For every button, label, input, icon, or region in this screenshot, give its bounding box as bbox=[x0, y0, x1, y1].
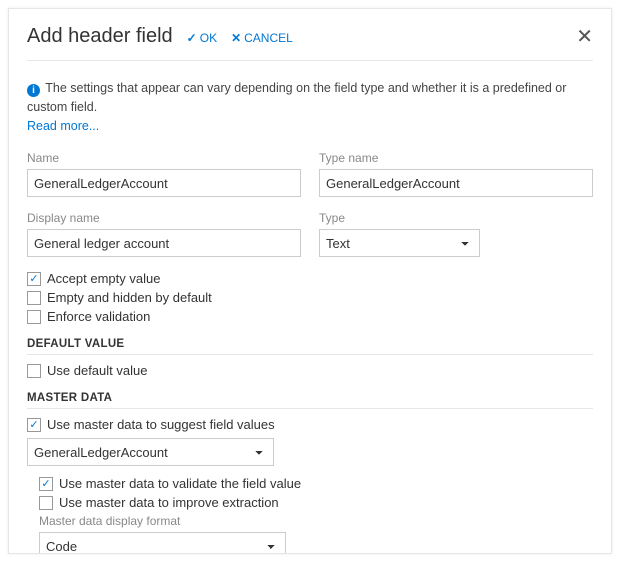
dialog-panel: Add header field ✓ OK ✕ CANCEL ✕ i The s… bbox=[8, 8, 612, 554]
ok-label: OK bbox=[200, 31, 217, 45]
accept-empty-checkbox[interactable]: ✓ bbox=[27, 272, 41, 286]
use-master-suggest-checkbox[interactable]: ✓ bbox=[27, 418, 41, 432]
type-name-label: Type name bbox=[319, 151, 593, 165]
empty-hidden-label: Empty and hidden by default bbox=[47, 290, 212, 305]
type-field: Type Text bbox=[319, 211, 480, 257]
use-master-suggest-label: Use master data to suggest field values bbox=[47, 417, 275, 432]
master-data-source-select[interactable]: GeneralLedgerAccount bbox=[27, 438, 274, 466]
check-icon: ✓ bbox=[187, 31, 197, 45]
use-master-extract-checkbox[interactable] bbox=[39, 496, 53, 510]
display-name-label: Display name bbox=[27, 211, 301, 225]
master-display-format-label: Master data display format bbox=[39, 514, 286, 528]
info-text: The settings that appear can vary depend… bbox=[27, 81, 566, 114]
use-master-validate-label: Use master data to validate the field va… bbox=[59, 476, 301, 491]
info-block: i The settings that appear can vary depe… bbox=[27, 79, 593, 135]
default-value-section: DEFAULT VALUE bbox=[27, 338, 593, 355]
dialog-header: Add header field ✓ OK ✕ CANCEL ✕ bbox=[27, 25, 593, 61]
name-label: Name bbox=[27, 151, 301, 165]
type-select[interactable]: Text bbox=[319, 229, 480, 257]
info-icon: i bbox=[27, 84, 40, 97]
enforce-validation-label: Enforce validation bbox=[47, 309, 150, 324]
cross-icon: ✕ bbox=[231, 31, 241, 45]
display-name-field: Display name bbox=[27, 211, 301, 257]
dialog-title: Add header field bbox=[27, 25, 173, 48]
display-name-input[interactable] bbox=[27, 229, 301, 257]
accept-empty-label: Accept empty value bbox=[47, 271, 160, 286]
use-master-validate-checkbox[interactable]: ✓ bbox=[39, 477, 53, 491]
name-input[interactable] bbox=[27, 169, 301, 197]
type-name-field: Type name bbox=[319, 151, 593, 197]
cancel-label: CANCEL bbox=[244, 31, 293, 45]
name-field: Name bbox=[27, 151, 301, 197]
enforce-validation-checkbox[interactable] bbox=[27, 310, 41, 324]
type-name-input[interactable] bbox=[319, 169, 593, 197]
read-more-link[interactable]: Read more... bbox=[27, 119, 99, 133]
master-data-section: MASTER DATA bbox=[27, 392, 593, 409]
use-master-extract-label: Use master data to improve extraction bbox=[59, 495, 279, 510]
cancel-button[interactable]: ✕ CANCEL bbox=[231, 31, 293, 45]
master-display-format-select[interactable]: Code bbox=[39, 532, 286, 554]
use-default-checkbox[interactable] bbox=[27, 364, 41, 378]
type-label: Type bbox=[319, 211, 480, 225]
empty-hidden-checkbox[interactable] bbox=[27, 291, 41, 305]
use-default-label: Use default value bbox=[47, 363, 147, 378]
ok-button[interactable]: ✓ OK bbox=[187, 31, 217, 45]
header-left: Add header field ✓ OK ✕ CANCEL bbox=[27, 25, 293, 48]
close-icon[interactable]: ✕ bbox=[576, 27, 593, 47]
